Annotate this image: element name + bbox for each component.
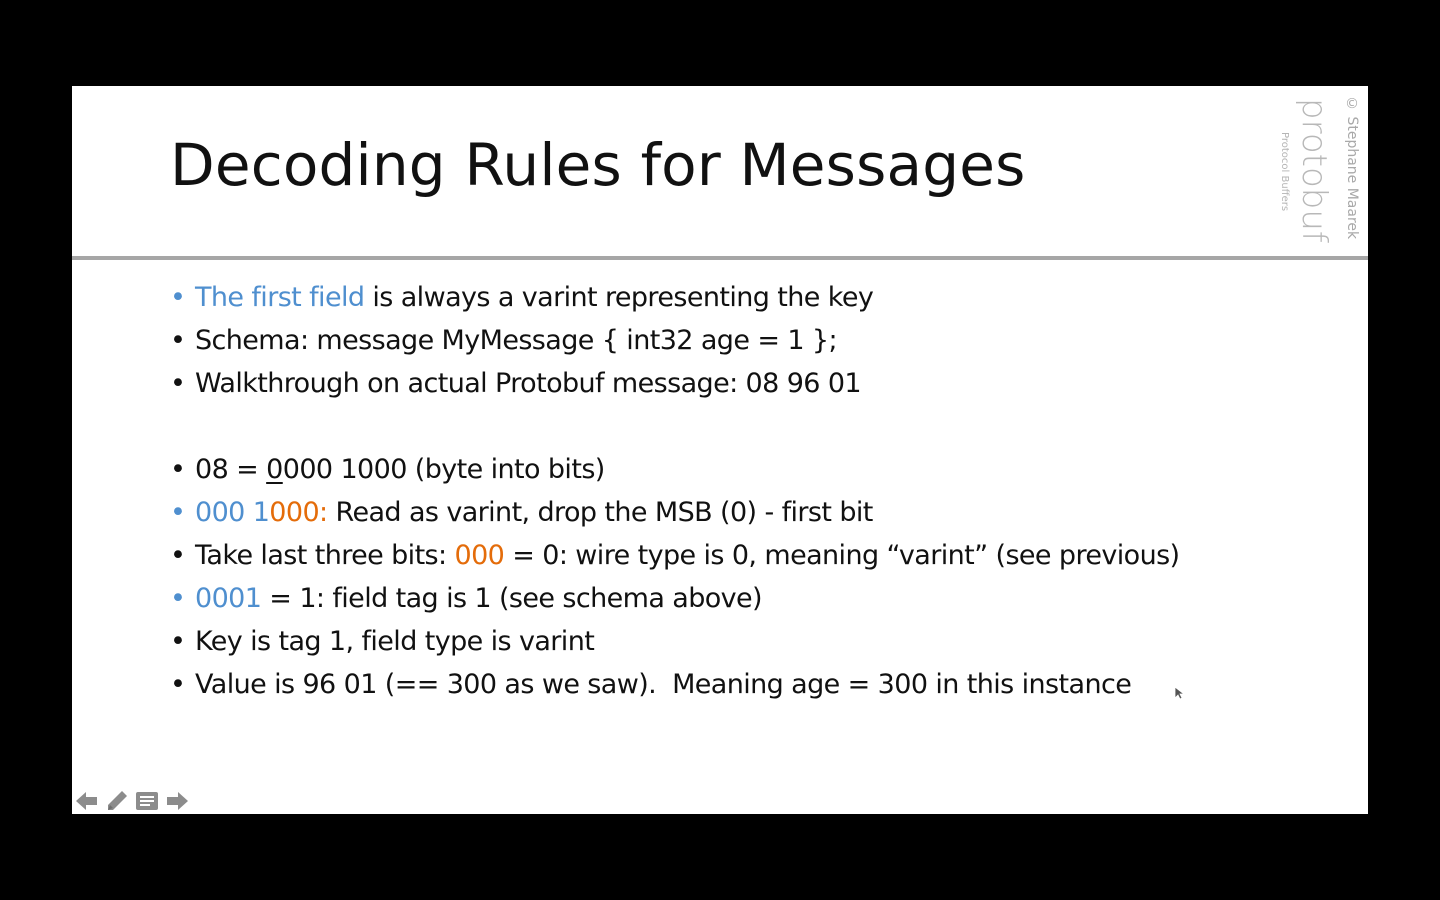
bullet-text: 000 1000 (byte into bits): [282, 454, 606, 485]
bullet-marker: •: [170, 583, 186, 614]
bullet-text: = 0: wire type is 0, meaning “varint” (s…: [504, 540, 1180, 571]
bullet-text: Take last three bits:: [195, 540, 455, 571]
bullet-marker: •: [170, 454, 186, 485]
bullet-item: • 000 1000: Read as varint, drop the MSB …: [170, 491, 1350, 534]
slide-nav-toolbar: [74, 786, 190, 814]
bullet-item: • Value is 96 01 (== 300 as we saw). Mean…: [170, 663, 1350, 706]
bullet-marker: •: [170, 325, 186, 356]
next-slide-button[interactable]: [164, 788, 190, 814]
bullet-text: Read as varint, drop the MSB (0) - first…: [327, 497, 874, 528]
bullet-text: 000:: [269, 497, 328, 528]
bullet-text: Walkthrough on actual Protobuf message: …: [195, 368, 862, 399]
bullet-text: The first field: [195, 282, 365, 313]
bullet-item: • The first field is always a varint repr…: [170, 276, 1350, 319]
bullet-item: • 08 = 0000 1000 (byte into bits): [170, 448, 1350, 491]
bullet-item: • Take last three bits: 000 = 0: wire typ…: [170, 534, 1350, 577]
pen-icon: [108, 791, 127, 810]
bullet-text: = 1: field tag is 1 (see schema above): [261, 583, 762, 614]
bullet-item: • 0001 = 1: field tag is 1 (see schema ab…: [170, 577, 1350, 620]
bullet-marker: •: [170, 626, 186, 657]
mouse-cursor-icon: [1174, 686, 1186, 700]
bullet-text: 0001: [195, 583, 262, 614]
bullet-marker: •: [170, 368, 186, 399]
watermark: © Stephane Maarek protobuf Protocol Buff…: [1279, 96, 1366, 262]
bullet-item: • Schema: message MyMessage { int32 age =…: [170, 319, 1350, 362]
bullet-text: 000: [454, 540, 505, 571]
previous-slide-button[interactable]: [74, 788, 100, 814]
bullet-marker: •: [170, 497, 186, 528]
bullet-marker: •: [170, 669, 186, 700]
bullet-item: • Key is tag 1, field type is varint: [170, 620, 1350, 663]
bullet-list: • The first field is always a varint repr…: [170, 276, 1350, 706]
bullet-spacer: [170, 405, 1350, 448]
watermark-brand: protobuf: [1294, 98, 1334, 243]
arrow-left-icon: [76, 792, 97, 810]
title-divider: [72, 256, 1368, 260]
bullet-item: • Walkthrough on actual Protobuf message:…: [170, 362, 1350, 405]
pen-tool-button[interactable]: [104, 788, 130, 814]
watermark-subtitle: Protocol Buffers: [1279, 132, 1290, 212]
bullet-marker: •: [170, 282, 186, 313]
slide-menu-button[interactable]: [134, 788, 160, 814]
notes-icon: [136, 792, 158, 810]
slide-title: Decoding Rules for Messages: [170, 131, 1026, 199]
bullet-text: Schema: message MyMessage { int32 age = …: [195, 325, 838, 356]
bullet-marker: •: [170, 540, 186, 571]
bullet-text: is always a varint representing the key: [364, 282, 874, 313]
bullet-text: Value is 96 01 (== 300 as we saw). Meani…: [195, 669, 1132, 700]
bullet-text: 000 1: [195, 497, 270, 528]
watermark-copyright: © Stephane Maarek: [1344, 96, 1360, 240]
bullet-text: 08 =: [195, 454, 267, 485]
bullet-text: 0: [266, 454, 283, 485]
arrow-right-icon: [167, 792, 188, 810]
bullet-text: Key is tag 1, field type is varint: [195, 626, 595, 657]
slide: Decoding Rules for Messages © Stephane M…: [72, 86, 1368, 814]
